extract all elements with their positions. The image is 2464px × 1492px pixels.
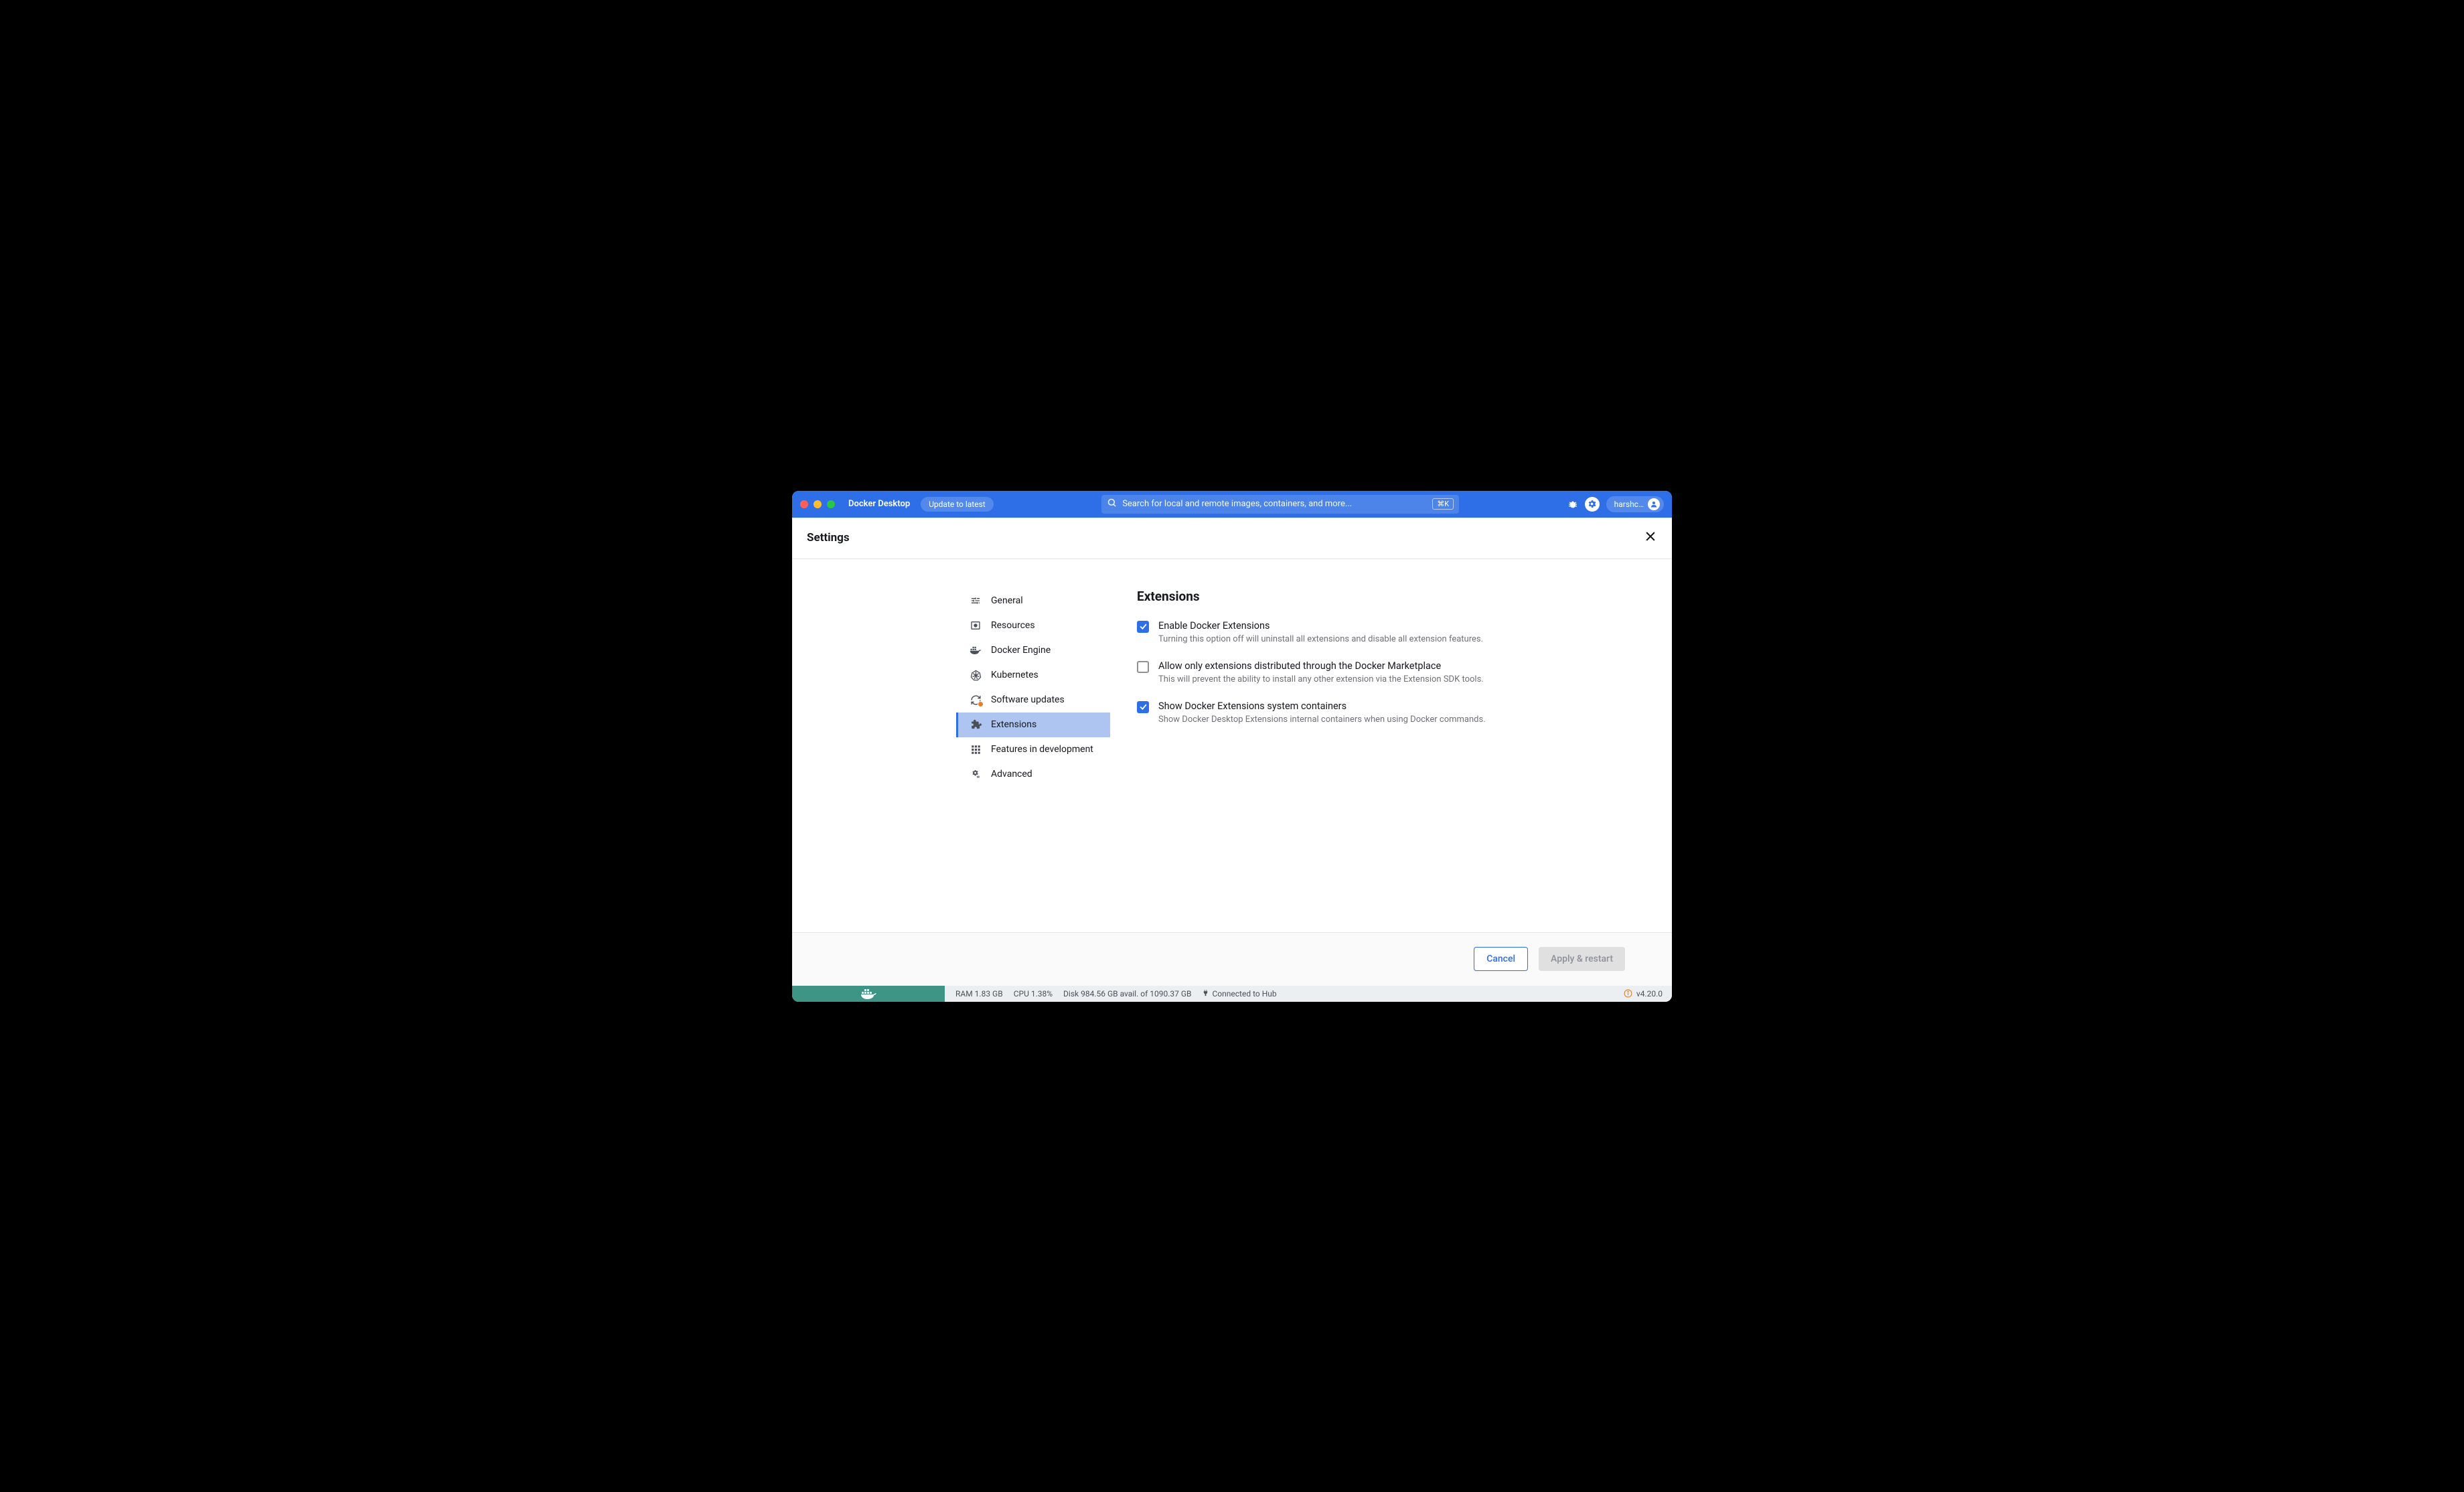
sidebar-item-advanced[interactable]: Advanced	[956, 762, 1110, 787]
option-label: Enable Docker Extensions	[1158, 620, 1483, 631]
puzzle-icon	[970, 719, 982, 731]
window-close-button[interactable]	[800, 500, 808, 508]
sidebar-item-features-dev[interactable]: Features in development	[956, 737, 1110, 762]
apply-restart-button: Apply & restart	[1539, 947, 1625, 971]
option-label: Show Docker Extensions system containers	[1158, 700, 1486, 712]
gears-icon	[970, 769, 982, 780]
option-show-containers: Show Docker Extensions system containers…	[1137, 700, 1645, 725]
page-title: Settings	[807, 531, 850, 544]
search-container: Search for local and remote images, cont…	[999, 495, 1562, 514]
option-desc: Turning this option off will uninstall a…	[1158, 634, 1483, 644]
sidebar-item-resources[interactable]: Resources	[956, 613, 1110, 638]
update-icon	[970, 694, 982, 706]
checkmark-icon	[1139, 702, 1148, 711]
checkbox-marketplace-only[interactable]	[1137, 661, 1149, 673]
sidebar-label: Extensions	[991, 719, 1036, 730]
avatar-icon	[1648, 498, 1660, 510]
sidebar-label: Advanced	[991, 769, 1032, 779]
option-enable-extensions: Enable Docker Extensions Turning this op…	[1137, 620, 1645, 644]
status-version-area[interactable]: v4.20.0	[1624, 989, 1672, 998]
whale-icon	[970, 646, 982, 655]
option-desc: This will prevent the ability to install…	[1158, 674, 1484, 684]
username: harshc…	[1614, 500, 1644, 509]
status-version: v4.20.0	[1636, 989, 1663, 998]
option-label: Allow only extensions distributed throug…	[1158, 660, 1484, 672]
update-badge-icon	[978, 701, 984, 707]
search-placeholder: Search for local and remote images, cont…	[1122, 499, 1427, 509]
search-input[interactable]: Search for local and remote images, cont…	[1101, 495, 1459, 514]
sidebar-item-software-updates[interactable]: Software updates	[956, 688, 1110, 713]
sidebar-label: Software updates	[991, 694, 1065, 705]
window-minimize-button[interactable]	[814, 500, 822, 508]
app-window: Docker Desktop Update to latest Search f…	[792, 491, 1672, 1002]
checkbox-enable-extensions[interactable]	[1137, 621, 1149, 633]
main-panel: Extensions Enable Docker Extensions Turn…	[1110, 559, 1672, 932]
footer-actions: Cancel Apply & restart	[792, 932, 1672, 986]
search-icon	[1107, 498, 1117, 510]
kubernetes-icon	[970, 670, 982, 681]
info-icon	[1624, 989, 1632, 998]
plug-icon	[1202, 989, 1209, 998]
sidebar-label: Resources	[991, 620, 1035, 631]
option-desc: Show Docker Desktop Extensions internal …	[1158, 715, 1486, 725]
content: General Resources Docker Engine	[792, 559, 1672, 932]
checkbox-show-containers[interactable]	[1137, 701, 1149, 713]
sidebar-label: Features in development	[991, 744, 1093, 755]
option-marketplace-only: Allow only extensions distributed throug…	[1137, 660, 1645, 684]
status-ram: RAM 1.83 GB	[955, 989, 1003, 998]
update-button[interactable]: Update to latest	[921, 497, 994, 512]
settings-header: Settings	[792, 518, 1672, 559]
sidebar-item-kubernetes[interactable]: Kubernetes	[956, 663, 1110, 688]
sidebar-item-docker-engine[interactable]: Docker Engine	[956, 638, 1110, 663]
titlebar: Docker Desktop Update to latest Search f…	[792, 491, 1672, 518]
status-disk: Disk 984.56 GB avail. of 1090.37 GB	[1063, 989, 1191, 998]
app-title: Docker Desktop	[848, 499, 910, 509]
sidebar-label: General	[991, 595, 1023, 606]
cancel-button[interactable]: Cancel	[1474, 947, 1528, 971]
docker-status-icon[interactable]	[792, 986, 945, 1002]
resources-icon	[970, 620, 982, 631]
user-menu[interactable]: harshc…	[1606, 496, 1664, 512]
sidebar-item-extensions[interactable]: Extensions	[956, 713, 1110, 737]
bug-icon[interactable]	[1567, 499, 1578, 510]
search-shortcut: ⌘K	[1432, 498, 1454, 510]
window-maximize-button[interactable]	[827, 500, 835, 508]
checkmark-icon	[1139, 622, 1148, 631]
sidebar: General Resources Docker Engine	[792, 559, 1110, 932]
traffic-lights	[800, 500, 835, 508]
settings-icon[interactable]	[1585, 497, 1600, 512]
status-cpu: CPU 1.38%	[1014, 989, 1053, 998]
sliders-icon	[970, 595, 982, 606]
close-button[interactable]	[1644, 530, 1657, 546]
statusbar: RAM 1.83 GB CPU 1.38% Disk 984.56 GB ava…	[792, 986, 1672, 1002]
sidebar-item-general[interactable]: General	[956, 589, 1110, 613]
sidebar-label: Kubernetes	[991, 670, 1038, 680]
status-hub: Connected to Hub	[1212, 989, 1276, 998]
sidebar-label: Docker Engine	[991, 645, 1051, 656]
header-icons: harshc…	[1567, 496, 1664, 512]
grid-icon	[970, 745, 982, 755]
section-title: Extensions	[1137, 589, 1645, 604]
